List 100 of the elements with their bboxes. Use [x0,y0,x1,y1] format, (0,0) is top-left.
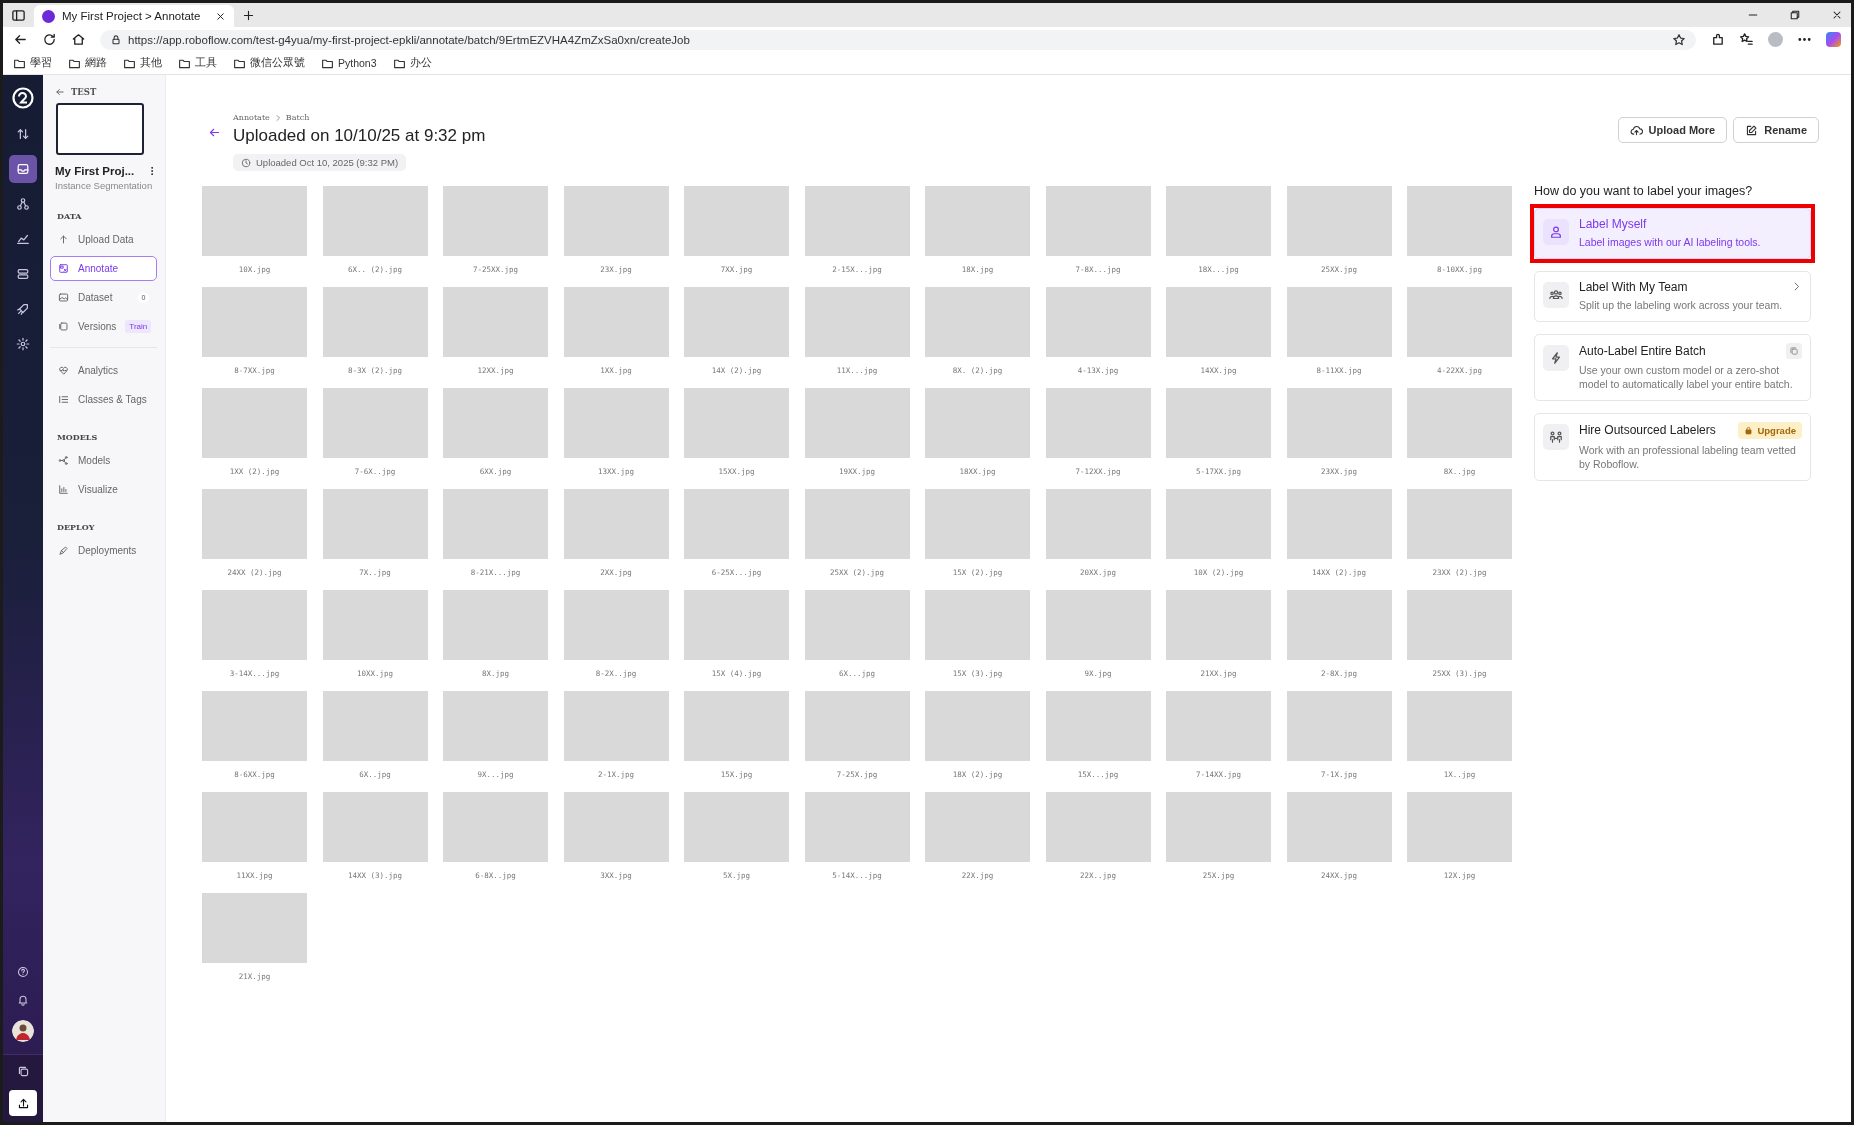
train-badge[interactable]: Train [125,320,152,333]
nav-item[interactable]: Deployments [50,538,157,563]
rename-button[interactable]: Rename [1733,117,1819,143]
image-thumbnail[interactable] [1045,387,1151,458]
sidebar-toggle-icon[interactable] [11,7,26,23]
image-thumbnail[interactable] [684,690,789,761]
user-avatar[interactable] [12,1020,34,1042]
image-thumbnail[interactable] [1045,791,1151,862]
image-thumbnail[interactable] [322,589,428,660]
image-thumbnail[interactable] [202,387,307,458]
image-thumbnail[interactable] [563,791,669,862]
image-thumbnail[interactable] [1407,387,1512,458]
image-thumbnail[interactable] [1407,589,1512,660]
image-thumbnail[interactable] [1166,286,1271,357]
bell-icon[interactable] [17,994,29,1006]
image-thumbnail[interactable] [1286,286,1392,357]
image-thumbnail[interactable] [443,185,548,256]
restore-icon[interactable] [1789,9,1801,21]
image-thumbnail[interactable] [202,185,307,256]
image-thumbnail[interactable] [1286,690,1392,761]
back-icon[interactable] [13,32,28,47]
image-thumbnail[interactable] [925,690,1030,761]
image-thumbnail[interactable] [443,690,548,761]
image-thumbnail[interactable] [1045,589,1151,660]
image-thumbnail[interactable] [804,589,910,660]
bookmark[interactable]: 網路 [85,56,107,70]
breadcrumb-link[interactable]: Annotate [233,113,270,122]
image-thumbnail[interactable] [202,892,307,963]
image-thumbnail[interactable] [202,690,307,761]
copy-icon[interactable] [16,1065,30,1078]
image-thumbnail[interactable] [1286,488,1392,559]
image-thumbnail[interactable] [684,185,789,256]
image-thumbnail[interactable] [1407,791,1512,862]
image-thumbnail[interactable] [563,690,669,761]
image-thumbnail[interactable] [443,286,548,357]
image-thumbnail[interactable] [804,488,910,559]
image-thumbnail[interactable] [1166,185,1271,256]
image-thumbnail[interactable] [202,286,307,357]
image-thumbnail[interactable] [1407,185,1512,256]
image-thumbnail[interactable] [202,791,307,862]
nav-item[interactable]: Visualize [50,477,157,502]
image-thumbnail[interactable] [443,791,548,862]
image-thumbnail[interactable] [1286,185,1392,256]
close-icon[interactable] [215,10,226,22]
image-thumbnail[interactable] [684,589,789,660]
labeling-option[interactable]: Label Myself Label images with our AI labeling tools. [1534,207,1811,259]
back-arrow-icon[interactable] [208,126,221,139]
image-thumbnail[interactable] [1286,387,1392,458]
image-thumbnail[interactable] [322,185,428,256]
bookmark[interactable]: Python3 [338,57,377,69]
image-thumbnail[interactable] [563,185,669,256]
back-link[interactable]: TEST [71,87,97,97]
address-bar[interactable]: https://app.roboflow.com/test-g4yua/my-first-project-epkli/annotate/batch/9ErtmEZVHA4ZmZxSa0xn/createJob [100,29,1696,50]
image-thumbnail[interactable] [1166,488,1271,559]
image-thumbnail[interactable] [322,387,428,458]
help-icon[interactable] [17,966,29,978]
profile-avatar[interactable] [1768,32,1783,47]
bookmark[interactable]: 工具 [195,56,217,70]
upload-button[interactable] [9,1090,37,1116]
star-icon[interactable] [1672,32,1686,47]
image-thumbnail[interactable] [925,791,1030,862]
bookmark[interactable]: 學習 [30,56,52,70]
nav-item[interactable]: Models [50,448,157,473]
nav-item[interactable]: Versions Train [50,314,157,339]
image-thumbnail[interactable] [1166,791,1271,862]
labeling-option[interactable]: Label With My Team Split up the labeling work across your team. [1534,270,1811,322]
nav-item[interactable]: Annotate [50,256,157,281]
app-logo[interactable] [12,87,34,109]
image-thumbnail[interactable] [202,488,307,559]
image-thumbnail[interactable] [563,286,669,357]
bookmark[interactable]: 办公 [409,56,432,70]
image-thumbnail[interactable] [1166,589,1271,660]
image-thumbnail[interactable] [443,387,548,458]
image-thumbnail[interactable] [443,589,548,660]
image-thumbnail[interactable] [1045,185,1151,256]
image-thumbnail[interactable] [804,286,910,357]
image-thumbnail[interactable] [1166,690,1271,761]
image-thumbnail[interactable] [443,488,548,559]
image-thumbnail[interactable] [1045,286,1151,357]
nav-item[interactable]: Classes & Tags [50,387,157,412]
image-thumbnail[interactable] [925,387,1030,458]
copy-button[interactable] [1786,342,1802,359]
upload-more-button[interactable]: Upload More [1617,117,1728,143]
rail-item[interactable] [9,155,37,183]
image-thumbnail[interactable] [1407,690,1512,761]
image-thumbnail[interactable] [804,690,910,761]
image-thumbnail[interactable] [1407,286,1512,357]
image-thumbnail[interactable] [684,286,789,357]
extensions-icon[interactable] [1710,32,1725,47]
favorites-icon[interactable] [1739,32,1754,47]
back-arrow-icon[interactable] [55,87,65,97]
image-thumbnail[interactable] [1045,488,1151,559]
image-thumbnail[interactable] [1286,791,1392,862]
image-thumbnail[interactable] [804,387,910,458]
image-thumbnail[interactable] [563,488,669,559]
image-thumbnail[interactable] [804,791,910,862]
close-icon[interactable] [1831,9,1843,21]
breadcrumb-link[interactable]: Batch [285,113,310,122]
labeling-option[interactable]: Auto-Label Entire Batch Use your own custom model or a zero-shot model to automatically label your entire batch. [1534,333,1811,401]
upgrade-badge[interactable]: Upgrade [1738,421,1802,439]
